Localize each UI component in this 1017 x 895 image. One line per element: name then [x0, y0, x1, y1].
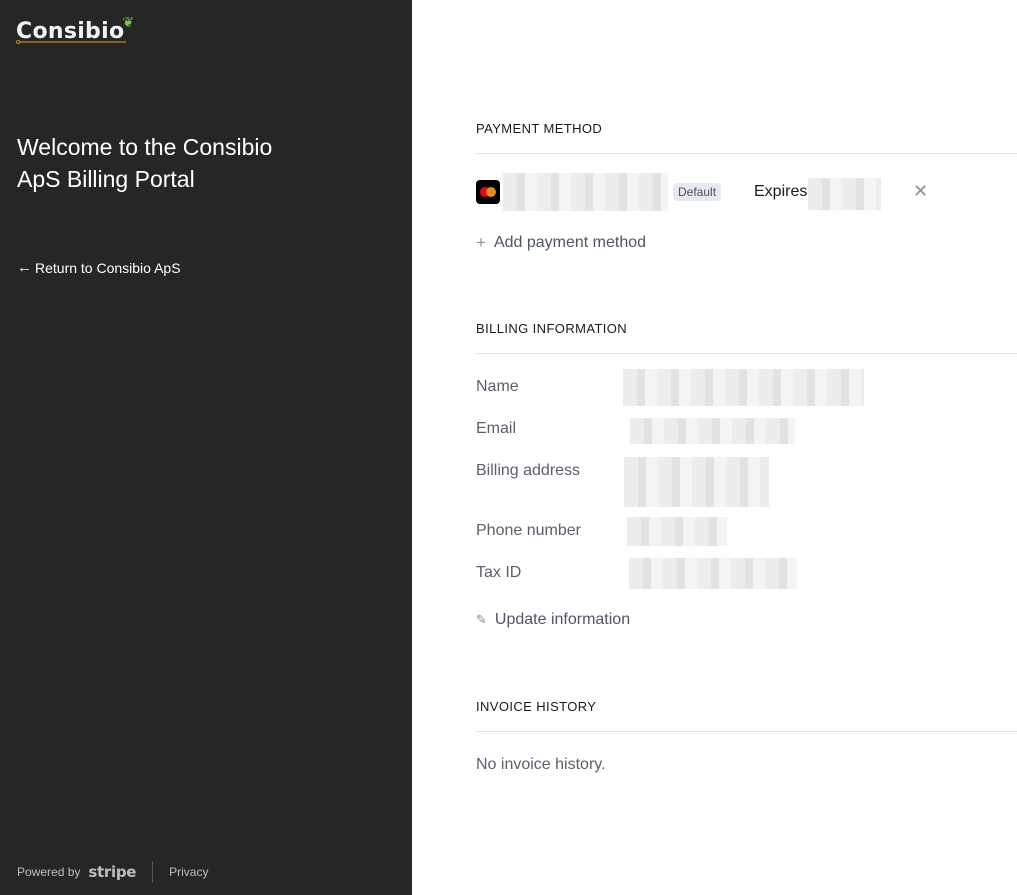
expires-label: Expires [754, 183, 808, 200]
edit-icon: ✎ [476, 612, 487, 627]
phone-number-label: Phone number [476, 522, 581, 539]
brand-logo[interactable]: Consibio ❦ [16, 14, 134, 45]
arrow-left-icon: ← [17, 259, 32, 276]
tax-id-label: Tax ID [476, 564, 522, 581]
stripe-logo[interactable]: stripe [88, 863, 136, 881]
no-invoice-history-text: No invoice history. [476, 756, 606, 773]
main-content: PAYMENT METHOD Default Expires ✕ + Add p… [476, 0, 1017, 895]
return-link[interactable]: ← Return to Consibio ApS [17, 259, 181, 276]
default-badge: Default [673, 183, 722, 201]
leaf-icon: ❦ [122, 14, 135, 30]
billing-address-label: Billing address [476, 462, 581, 479]
redacted-phone-number [627, 517, 727, 546]
update-information-button[interactable]: ✎ Update information [476, 611, 630, 629]
logo-underline [16, 40, 126, 44]
invoice-history-title: INVOICE HISTORY [476, 699, 597, 714]
plus-icon: + [476, 233, 486, 252]
redacted-tax-id [629, 558, 797, 589]
welcome-heading: Welcome to the Consibio ApS Billing Port… [17, 134, 273, 192]
add-payment-method-button[interactable]: + Add payment method [476, 233, 646, 253]
privacy-link[interactable]: Privacy [169, 865, 208, 879]
redacted-billing-address [624, 457, 769, 507]
name-label: Name [476, 378, 519, 395]
divider [476, 731, 1017, 732]
add-payment-method-label: Add payment method [493, 234, 647, 251]
close-icon[interactable]: ✕ [913, 181, 928, 202]
email-label: Email [476, 420, 517, 437]
sidebar: Consibio ❦ Welcome to the Consibio ApS B… [0, 0, 412, 895]
payment-method-title: PAYMENT METHOD [476, 121, 603, 136]
return-link-label: Return to Consibio ApS [35, 259, 181, 276]
footer-divider [152, 861, 154, 883]
payment-card-row: Default Expires ✕ [476, 173, 1017, 211]
billing-information-title: BILLING INFORMATION [476, 321, 628, 336]
divider [476, 153, 1017, 154]
sidebar-footer: Powered by stripe Privacy [17, 861, 208, 883]
divider [476, 353, 1017, 354]
powered-by-text: Powered by [17, 865, 81, 879]
redacted-card-number [503, 173, 668, 211]
redacted-email [630, 418, 795, 444]
redacted-name [623, 369, 864, 406]
mastercard-icon [476, 180, 500, 204]
update-information-label: Update information [494, 611, 631, 628]
redacted-expiry [808, 178, 881, 210]
